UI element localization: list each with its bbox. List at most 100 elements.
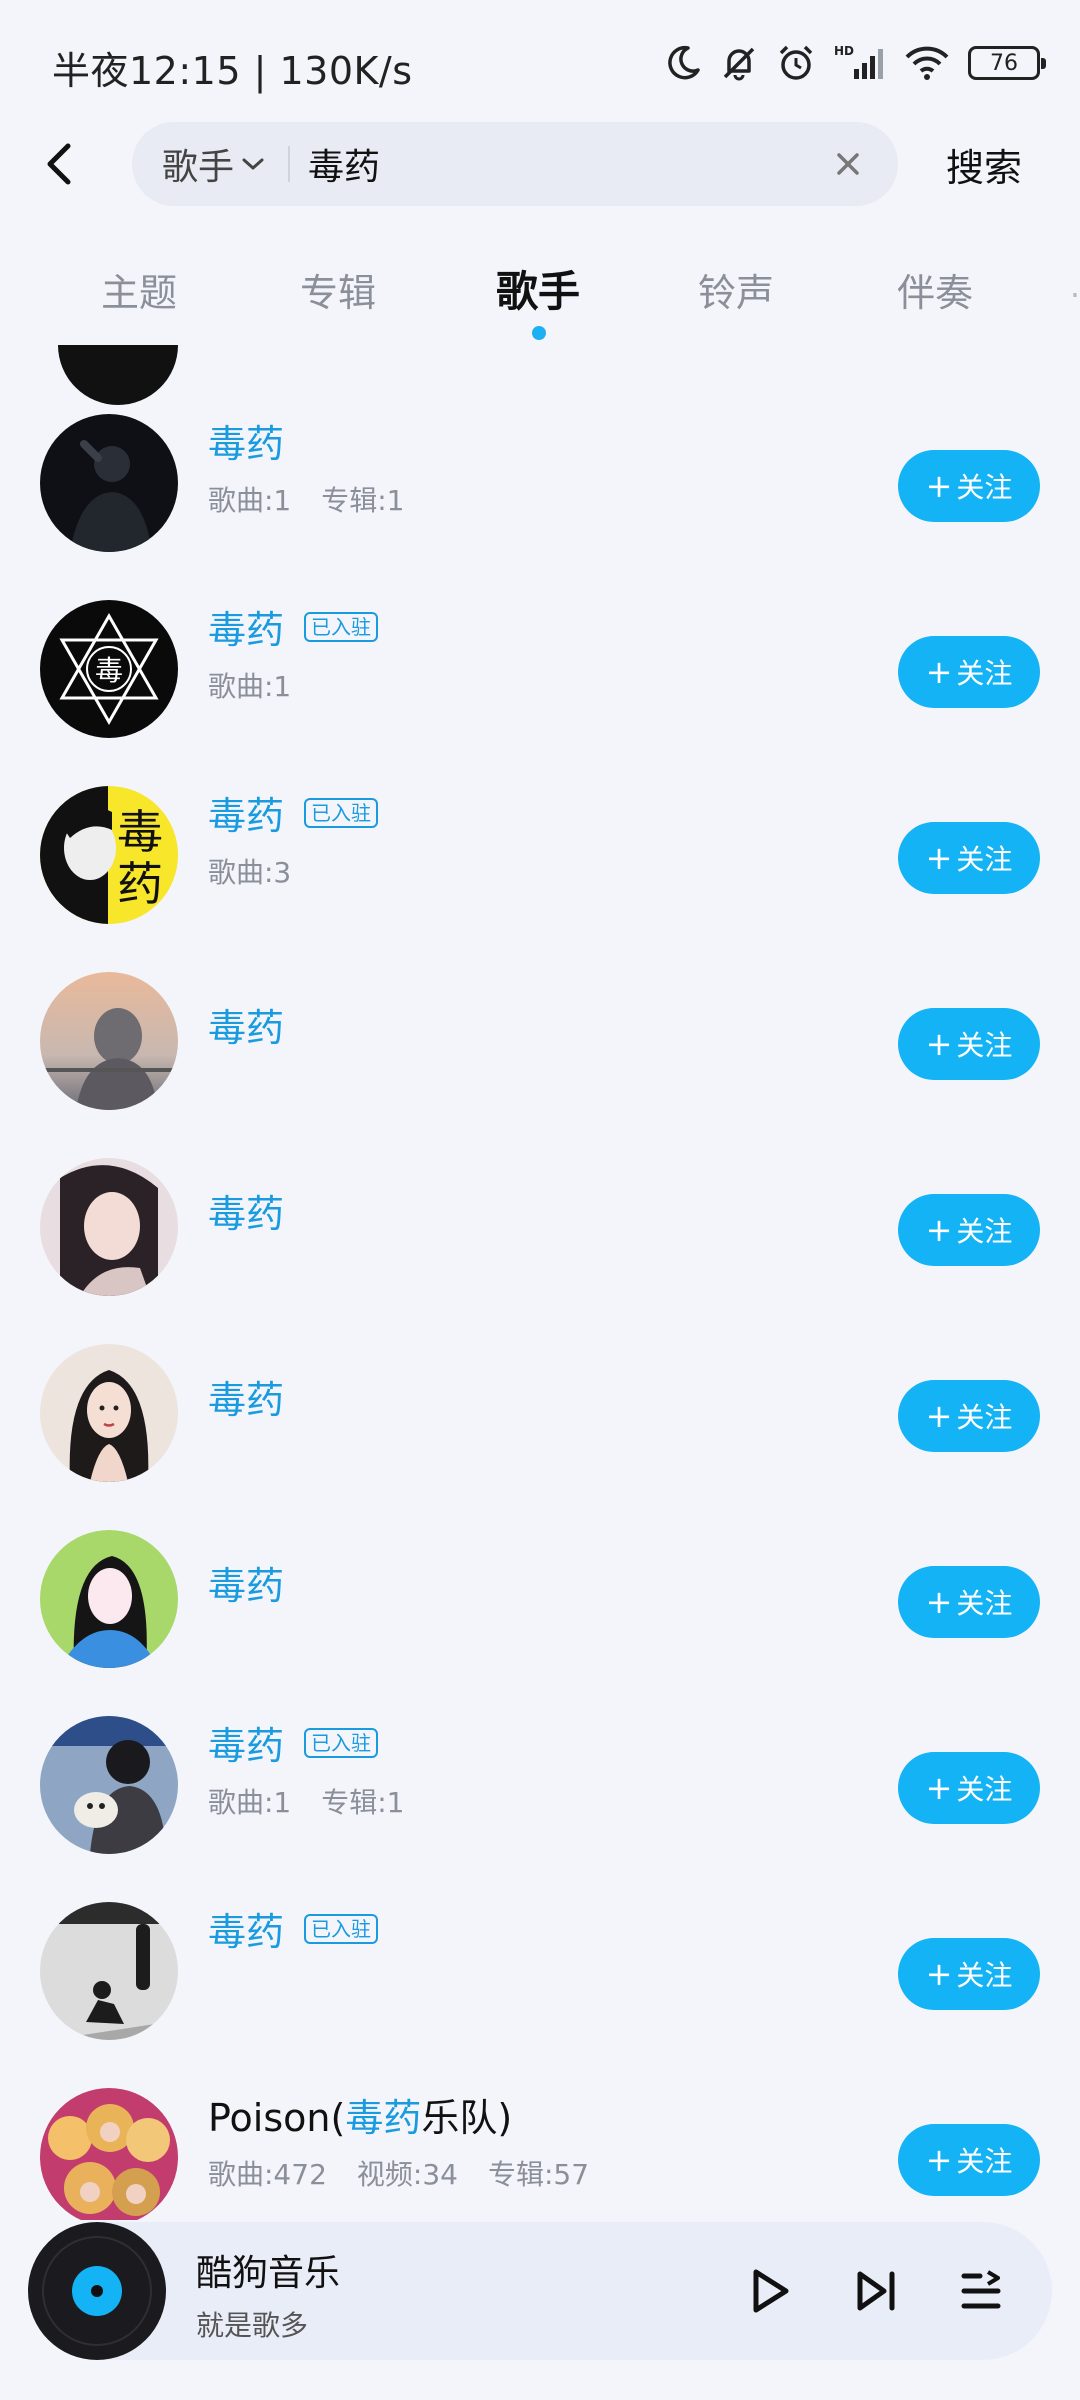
tab-accompaniment[interactable]: 伴奏 [897, 262, 973, 317]
avatar [40, 1902, 178, 2040]
artist-row[interactable]: 毒药 已入驻 + 关注 [0, 1881, 1080, 2067]
playlist-button[interactable] [950, 2260, 1012, 2322]
follow-button[interactable]: + 关注 [898, 1938, 1040, 2010]
follow-label: 关注 [956, 1773, 1013, 1806]
album-count: 专辑:1 [321, 484, 405, 517]
artist-row[interactable]: 毒药 + 关注 [0, 1137, 1080, 1323]
hd-signal-icon: HD [834, 43, 886, 83]
artist-stats: 歌曲:1 专辑:1 [208, 479, 405, 519]
follow-button[interactable]: + 关注 [898, 636, 1040, 708]
mini-player[interactable]: 酷狗音乐 就是歌多 [28, 2222, 1052, 2360]
artist-name-suffix: 乐队) [421, 2096, 513, 2140]
follow-label: 关注 [956, 1029, 1013, 1062]
back-arrow-icon [47, 143, 71, 185]
skip-next-icon [857, 2271, 895, 2311]
plus-icon: + [925, 653, 953, 691]
follow-button[interactable]: + 关注 [898, 1566, 1040, 1638]
artist-name-line: 毒药 已入驻 [208, 599, 379, 654]
player-title: 酷狗音乐 [196, 2253, 341, 2294]
avatar [40, 2088, 178, 2220]
song-count: 歌曲:1 [208, 1786, 292, 1819]
follow-button[interactable]: + 关注 [898, 1008, 1040, 1080]
verified-badge: 已入驻 [304, 1913, 379, 1944]
song-count: 歌曲:472 [208, 2158, 327, 2191]
moon-icon [664, 44, 702, 82]
artist-name: 毒药 [208, 1910, 285, 1954]
plus-icon: + [925, 1211, 953, 1249]
search-type-dropdown[interactable]: 歌手 [162, 122, 266, 206]
artist-stats: 歌曲:1 专辑:1 [208, 1781, 405, 1821]
artist-row[interactable]: 毒药 歌曲:1 专辑:1 + 关注 [0, 393, 1080, 579]
search-type-label: 歌手 [162, 147, 235, 188]
artist-row[interactable]: 毒药 毒药 已入驻 歌曲:3 + 关注 [0, 765, 1080, 951]
playlist-icon [961, 2270, 1001, 2309]
follow-button[interactable]: + 关注 [898, 1380, 1040, 1452]
svg-text:毒: 毒 [95, 654, 123, 687]
artist-name: 毒药 [208, 1724, 285, 1768]
search-divider [288, 146, 290, 182]
follow-button[interactable]: + 关注 [898, 1752, 1040, 1824]
status-icons: HD 76 [664, 38, 1046, 88]
album-count: 专辑:57 [487, 2158, 590, 2191]
svg-text:毒: 毒 [117, 805, 163, 859]
next-button[interactable] [846, 2260, 908, 2322]
artist-row[interactable]: 毒药 + 关注 [0, 1509, 1080, 1695]
artist-row[interactable]: 毒 毒药 已入驻 歌曲:1 + 关注 [0, 579, 1080, 765]
tab-overflow-icon[interactable]: · [1070, 276, 1080, 314]
follow-button[interactable]: + 关注 [898, 822, 1040, 894]
play-button[interactable] [738, 2260, 800, 2322]
artist-row[interactable]: 毒药 + 关注 [0, 1323, 1080, 1509]
artist-name: 毒药 [208, 1378, 285, 1422]
wifi-icon [904, 44, 950, 82]
artist-stats: 歌曲:1 [208, 665, 291, 705]
plus-icon: + [925, 1397, 953, 1435]
avatar: 毒 [40, 600, 178, 738]
plus-icon: + [925, 1955, 953, 1993]
follow-label: 关注 [956, 1401, 1013, 1434]
disc-hole [91, 2285, 103, 2297]
follow-label: 关注 [956, 1959, 1013, 1992]
artist-row[interactable]: Poison(毒药乐队) 歌曲:472 视频:34 专辑:57 + 关注 [0, 2067, 1080, 2220]
follow-label: 关注 [956, 2145, 1013, 2178]
album-disc[interactable] [28, 2222, 166, 2360]
artist-name-line: 毒药 已入驻 [208, 785, 379, 840]
tab-singer[interactable]: 歌手 [496, 258, 580, 319]
song-count: 歌曲:1 [208, 484, 292, 517]
artist-name: Poison(毒药乐队) [208, 2087, 512, 2142]
plus-icon: + [925, 839, 953, 877]
search-button[interactable]: 搜索 [946, 120, 1022, 208]
artist-name: 毒药 [208, 608, 285, 652]
artist-name: 毒药 [208, 1006, 285, 1050]
artist-name-line: Poison(毒药乐队) [208, 2087, 512, 2142]
follow-label: 关注 [956, 657, 1013, 690]
follow-button[interactable]: + 关注 [898, 1194, 1040, 1266]
avatar [40, 1158, 178, 1296]
follow-button[interactable]: + 关注 [898, 450, 1040, 522]
video-count: 视频:34 [356, 2158, 458, 2191]
battery-icon: 76 [968, 46, 1046, 80]
artist-name-line: 毒药 [208, 997, 284, 1052]
close-icon [837, 153, 859, 175]
plus-icon: + [925, 1025, 953, 1063]
avatar: 毒药 [40, 786, 178, 924]
active-tab-indicator [532, 326, 546, 340]
tab-theme[interactable]: 主题 [101, 262, 177, 317]
artist-row[interactable]: 毒药 已入驻 歌曲:1 专辑:1 + 关注 [0, 1695, 1080, 1881]
tab-album[interactable]: 专辑 [300, 262, 376, 317]
artist-name-line: 毒药 [208, 1369, 284, 1424]
svg-text:药: 药 [117, 857, 163, 911]
search-input[interactable]: 毒药 [308, 122, 380, 206]
search-box[interactable]: 歌手 毒药 [132, 122, 898, 206]
tab-ringtone[interactable]: 铃声 [698, 262, 774, 317]
back-button[interactable] [30, 134, 90, 194]
plus-icon: + [925, 2141, 953, 2179]
artist-name-line: 毒药 已入驻 [208, 1901, 379, 1956]
verified-badge: 已入驻 [304, 797, 379, 828]
clear-button[interactable] [824, 140, 872, 188]
follow-button[interactable]: + 关注 [898, 2124, 1040, 2196]
plus-icon: + [925, 1769, 953, 1807]
artist-name: 毒药 [208, 794, 285, 838]
avatar [40, 1716, 178, 1854]
artist-list[interactable]: 毒药 歌曲:1 专辑:1 + 关注 毒 毒药 已入驻 歌曲:1 + 关注 毒 药… [0, 345, 1080, 2220]
artist-row[interactable]: 毒药 + 关注 [0, 951, 1080, 1137]
